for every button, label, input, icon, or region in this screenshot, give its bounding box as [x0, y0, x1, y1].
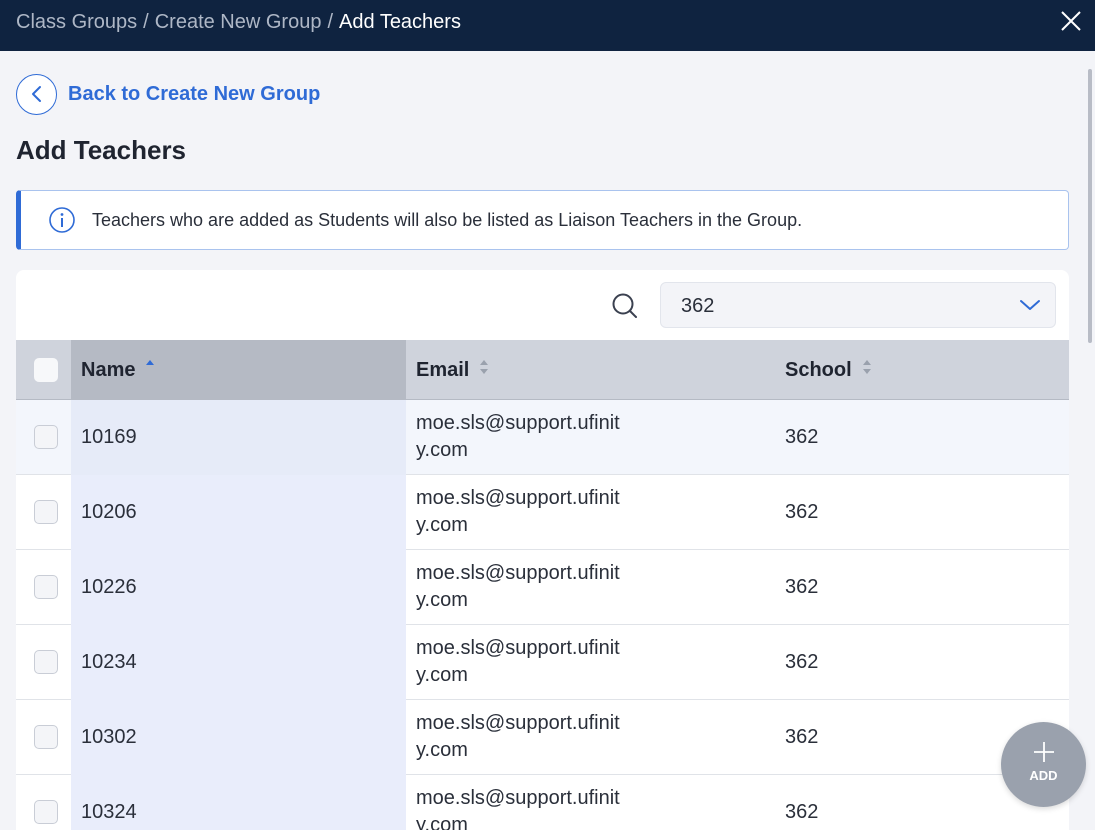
- breadcrumb-separator: /: [143, 11, 149, 33]
- cell-name: 10169: [81, 426, 137, 448]
- sort-ascending-icon: [146, 359, 155, 374]
- row-checkbox[interactable]: [34, 725, 58, 749]
- breadcrumb: Class Groups / Create New Group / Add Teache…: [16, 0, 461, 44]
- cell-email: moe.sls@support.ufinity.com: [416, 562, 620, 611]
- cell-email: moe.sls@support.ufinity.com: [416, 637, 620, 686]
- chevron-down-icon: [1020, 300, 1040, 310]
- cell-school: 362: [785, 726, 819, 748]
- table-row[interactable]: 10206 moe.sls@support.ufinity.com 362: [16, 475, 1069, 550]
- breadcrumb-class-groups[interactable]: Class Groups: [16, 11, 137, 33]
- column-header-school-label: School: [785, 359, 852, 381]
- back-button[interactable]: [16, 73, 57, 115]
- teachers-table-card: 362 Name Email School 10169 moe.sls@supp…: [16, 270, 1069, 830]
- info-icon: [49, 207, 75, 233]
- cell-school: 362: [785, 801, 819, 823]
- row-checkbox[interactable]: [34, 500, 58, 524]
- chevron-left-icon: [31, 86, 41, 102]
- row-checkbox[interactable]: [34, 650, 58, 674]
- cell-school: 362: [785, 501, 819, 523]
- select-all-checkbox[interactable]: [34, 358, 58, 382]
- cell-school: 362: [785, 576, 819, 598]
- cell-school: 362: [785, 426, 819, 448]
- search-icon[interactable]: [610, 291, 640, 321]
- table-row[interactable]: 10324 moe.sls@support.ufinity.com 362: [16, 775, 1069, 830]
- back-link-label[interactable]: Back to Create New Group: [68, 83, 320, 106]
- cell-name: 10324: [81, 801, 137, 823]
- cell-email: moe.sls@support.ufinity.com: [416, 412, 620, 461]
- page-scrollbar[interactable]: [1085, 51, 1095, 824]
- column-header-name-label: Name: [81, 359, 136, 381]
- add-button-label: ADD: [1029, 768, 1058, 783]
- column-header-email[interactable]: Email: [406, 340, 776, 400]
- column-header-school[interactable]: School: [776, 340, 1069, 400]
- top-bar: Class Groups / Create New Group / Add Teache…: [0, 0, 1095, 51]
- school-filter-dropdown[interactable]: 362: [660, 282, 1056, 328]
- column-header-name[interactable]: Name: [71, 340, 406, 400]
- breadcrumb-current: Add Teachers: [339, 11, 461, 33]
- table-row[interactable]: 10234 moe.sls@support.ufinity.com 362: [16, 625, 1069, 700]
- cell-name: 10302: [81, 726, 137, 748]
- row-checkbox[interactable]: [34, 800, 58, 824]
- cell-email: moe.sls@support.ufinity.com: [416, 787, 620, 830]
- cell-email: moe.sls@support.ufinity.com: [416, 712, 620, 761]
- cell-name: 10226: [81, 576, 137, 598]
- add-button[interactable]: ADD: [1001, 722, 1086, 807]
- cell-name: 10234: [81, 651, 137, 673]
- school-filter-value: 362: [681, 295, 715, 317]
- table-body: 10169 moe.sls@support.ufinity.com 362 10…: [16, 400, 1069, 830]
- table-row[interactable]: 10226 moe.sls@support.ufinity.com 362: [16, 550, 1069, 625]
- sort-icon: [480, 359, 489, 374]
- table-row[interactable]: 10302 moe.sls@support.ufinity.com 362: [16, 700, 1069, 775]
- cell-email: moe.sls@support.ufinity.com: [416, 487, 620, 536]
- scrollbar-thumb[interactable]: [1088, 69, 1092, 343]
- back-link[interactable]: Back to Create New Group: [16, 72, 320, 116]
- info-banner: Teachers who are added as Students will …: [16, 190, 1069, 250]
- table-header: Name Email School: [16, 340, 1069, 400]
- plus-icon: [1034, 742, 1054, 762]
- breadcrumb-separator: /: [327, 11, 334, 33]
- row-checkbox[interactable]: [34, 575, 58, 599]
- info-banner-text: Teachers who are added as Students will …: [92, 209, 803, 230]
- cell-name: 10206: [81, 501, 137, 523]
- cell-school: 362: [785, 651, 819, 673]
- page-title: Add Teachers: [16, 135, 187, 165]
- close-icon[interactable]: [1057, 7, 1085, 35]
- breadcrumb-create-new-group[interactable]: Create New Group: [155, 11, 322, 33]
- row-checkbox[interactable]: [34, 425, 58, 449]
- table-row[interactable]: 10169 moe.sls@support.ufinity.com 362: [16, 400, 1069, 475]
- column-header-email-label: Email: [416, 359, 470, 381]
- sort-icon: [862, 359, 871, 374]
